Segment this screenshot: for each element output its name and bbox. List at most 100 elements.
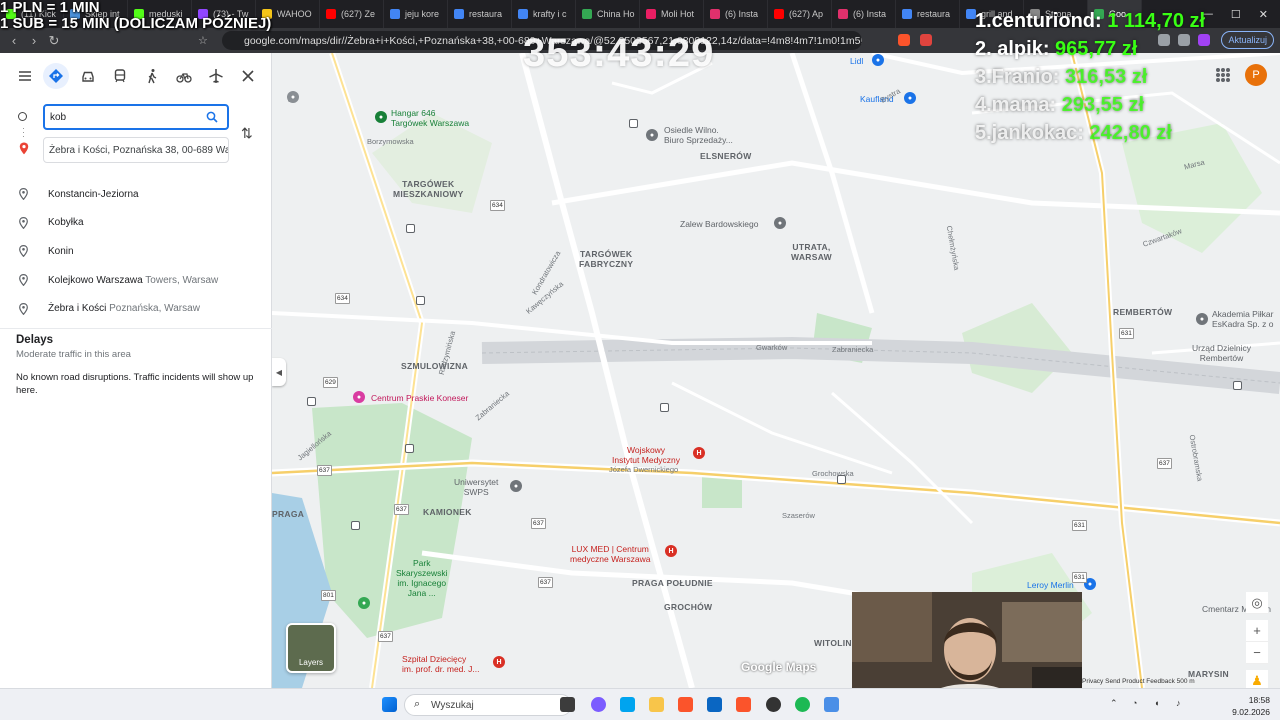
- taskbar-search[interactable]: ⌕ Wyszukaj: [404, 694, 572, 716]
- volume-icon[interactable]: ◖: [1154, 698, 1159, 708]
- store-icon[interactable]: [707, 697, 722, 712]
- browser-tab[interactable]: restaura: [448, 0, 512, 28]
- destination-input[interactable]: Żebra i Kości, Poznańska 38, 00-689 Wars…: [43, 137, 229, 163]
- network-icon[interactable]: ◔: [1132, 698, 1137, 708]
- bus-stop-icon[interactable]: ●: [287, 91, 299, 103]
- place-label[interactable]: Szpital Dziecięcy im. prof. dr. med. J...: [402, 654, 479, 674]
- discord-icon[interactable]: [591, 697, 606, 712]
- transit-stop-icon[interactable]: [307, 397, 316, 406]
- venue-pin-icon[interactable]: ●: [353, 391, 365, 403]
- browser-tab[interactable]: China Ho: [576, 0, 640, 28]
- suggestion-item[interactable]: Kolejkowo Warszawa Towers, Warsaw: [0, 266, 272, 294]
- map-attribution[interactable]: Privacy Send Product Feedback 500 m: [1082, 678, 1195, 685]
- spotify-icon[interactable]: [795, 697, 810, 712]
- suggestion-item[interactable]: Konin: [0, 237, 272, 265]
- browser-tab[interactable]: (627) Ze: [320, 0, 384, 28]
- car-icon[interactable]: [75, 63, 101, 89]
- browser-tab[interactable]: (6) Insta: [832, 0, 896, 28]
- transit-stop-icon[interactable]: [416, 296, 425, 305]
- tab-label: restaura: [917, 9, 951, 19]
- place-label[interactable]: Wojskowy Instytut Medyczny: [612, 445, 680, 465]
- browser-tab[interactable]: (627) Ap: [768, 0, 832, 28]
- brave-icon[interactable]: [678, 697, 693, 712]
- park-pin-icon[interactable]: ●: [375, 111, 387, 123]
- cycling-icon[interactable]: [171, 63, 197, 89]
- zoom-in-button[interactable]: +: [1246, 620, 1268, 642]
- transit-stop-icon[interactable]: [660, 403, 669, 412]
- google-apps-icon[interactable]: [1216, 68, 1230, 82]
- file-explorer-icon[interactable]: [649, 697, 664, 712]
- tab-favicon-icon: [390, 9, 400, 19]
- shop-pin-icon[interactable]: ●: [872, 54, 884, 66]
- menu-icon[interactable]: [12, 63, 38, 89]
- brave-shield-icon[interactable]: [898, 34, 910, 46]
- start-icon[interactable]: [382, 697, 397, 712]
- place-label[interactable]: Lidl: [850, 56, 863, 66]
- obs-icon[interactable]: [766, 697, 781, 712]
- place-pin-icon[interactable]: ●: [646, 129, 658, 141]
- task-view-icon[interactable]: [560, 697, 575, 712]
- copilot-icon[interactable]: [620, 697, 635, 712]
- park-pin-icon[interactable]: ●: [358, 597, 370, 609]
- browser-tab[interactable]: krafty i c: [512, 0, 576, 28]
- transit-stop-icon[interactable]: [837, 475, 846, 484]
- browser-tab[interactable]: jeju kore: [384, 0, 448, 28]
- tab-favicon-icon: [710, 9, 720, 19]
- place-pin-icon[interactable]: ●: [1196, 313, 1208, 325]
- hospital-pin-icon[interactable]: H: [665, 545, 677, 557]
- tray-arrow-icon[interactable]: ⌃: [1110, 698, 1118, 709]
- place-label[interactable]: Park Skaryszewski im. Ignacego Jana ...: [396, 558, 447, 598]
- walking-icon[interactable]: [139, 63, 165, 89]
- transit-stop-icon[interactable]: [351, 521, 360, 530]
- location-pin-icon: [19, 274, 28, 289]
- suggestion-item[interactable]: Kobyłka: [0, 209, 272, 237]
- browser-tab[interactable]: (6) Insta: [704, 0, 768, 28]
- place-label[interactable]: LUX MED | Centrum medyczne Warszawa: [570, 544, 650, 564]
- place-label[interactable]: Akademia Piłkar EsKadra Sp. z o: [1212, 309, 1273, 329]
- transit-stop-icon[interactable]: [405, 444, 414, 453]
- rewards-icon[interactable]: [920, 34, 932, 46]
- place-label[interactable]: Centrum Praskie Koneser: [371, 393, 468, 403]
- best-route-icon[interactable]: [43, 63, 69, 89]
- browser-tab[interactable]: restaura: [896, 0, 960, 28]
- hospital-pin-icon[interactable]: H: [493, 656, 505, 668]
- my-location-icon[interactable]: ◎: [1246, 592, 1268, 614]
- transit-icon[interactable]: [107, 63, 133, 89]
- shop-pin-icon[interactable]: ●: [904, 92, 916, 104]
- forward-icon[interactable]: ›: [24, 33, 44, 48]
- place-label[interactable]: Uniwersytet SWPS: [454, 477, 498, 497]
- mic-icon[interactable]: ♪: [1176, 698, 1181, 708]
- bookmark-icon[interactable]: ☆: [198, 34, 208, 47]
- back-icon[interactable]: ‹: [4, 33, 24, 48]
- maximize-icon[interactable]: ☐: [1231, 8, 1241, 21]
- place-label[interactable]: Zalew Bardowskiego: [680, 219, 758, 229]
- taskbar-clock[interactable]: 18:58 9.02.2026: [1232, 694, 1270, 718]
- place-pin-icon[interactable]: ●: [774, 217, 786, 229]
- flight-icon[interactable]: [203, 63, 229, 89]
- place-label[interactable]: Osiedle Wilno. Biuro Sprzedaży...: [664, 125, 733, 145]
- swap-icon[interactable]: ⇅: [241, 125, 253, 142]
- account-avatar[interactable]: P: [1245, 64, 1267, 86]
- place-label[interactable]: Leroy Merlin: [1027, 580, 1074, 590]
- layers-button[interactable]: Layers: [286, 623, 336, 673]
- school-pin-icon[interactable]: ●: [510, 480, 522, 492]
- close-window-icon[interactable]: ✕: [1259, 8, 1268, 21]
- place-label[interactable]: Urząd Dzielnicy Rembertów: [1192, 343, 1251, 363]
- collapse-panel-button[interactable]: ◀: [272, 358, 286, 386]
- reload-icon[interactable]: ↻: [44, 33, 64, 49]
- browser-tab[interactable]: Moli Hot: [640, 0, 704, 28]
- suggestion-item[interactable]: Żebra i Kości Poznańska, Warsaw: [0, 295, 272, 323]
- close-icon[interactable]: [235, 63, 261, 89]
- update-button[interactable]: Aktualizuj: [1221, 31, 1274, 49]
- transit-stop-icon[interactable]: [406, 224, 415, 233]
- brave-window-icon[interactable]: [736, 697, 751, 712]
- place-label[interactable]: Hangar 646 Targówek Warszawa: [391, 108, 469, 128]
- hospital-pin-icon[interactable]: H: [693, 447, 705, 459]
- transit-stop-icon[interactable]: [1233, 381, 1242, 390]
- transit-stop-icon[interactable]: [629, 119, 638, 128]
- search-icon[interactable]: [206, 111, 218, 126]
- notepad-icon[interactable]: [824, 697, 839, 712]
- starting-point-input[interactable]: kob: [43, 104, 229, 130]
- zoom-out-button[interactable]: −: [1246, 642, 1268, 664]
- suggestion-item[interactable]: Konstancin-Jeziorna: [0, 180, 272, 208]
